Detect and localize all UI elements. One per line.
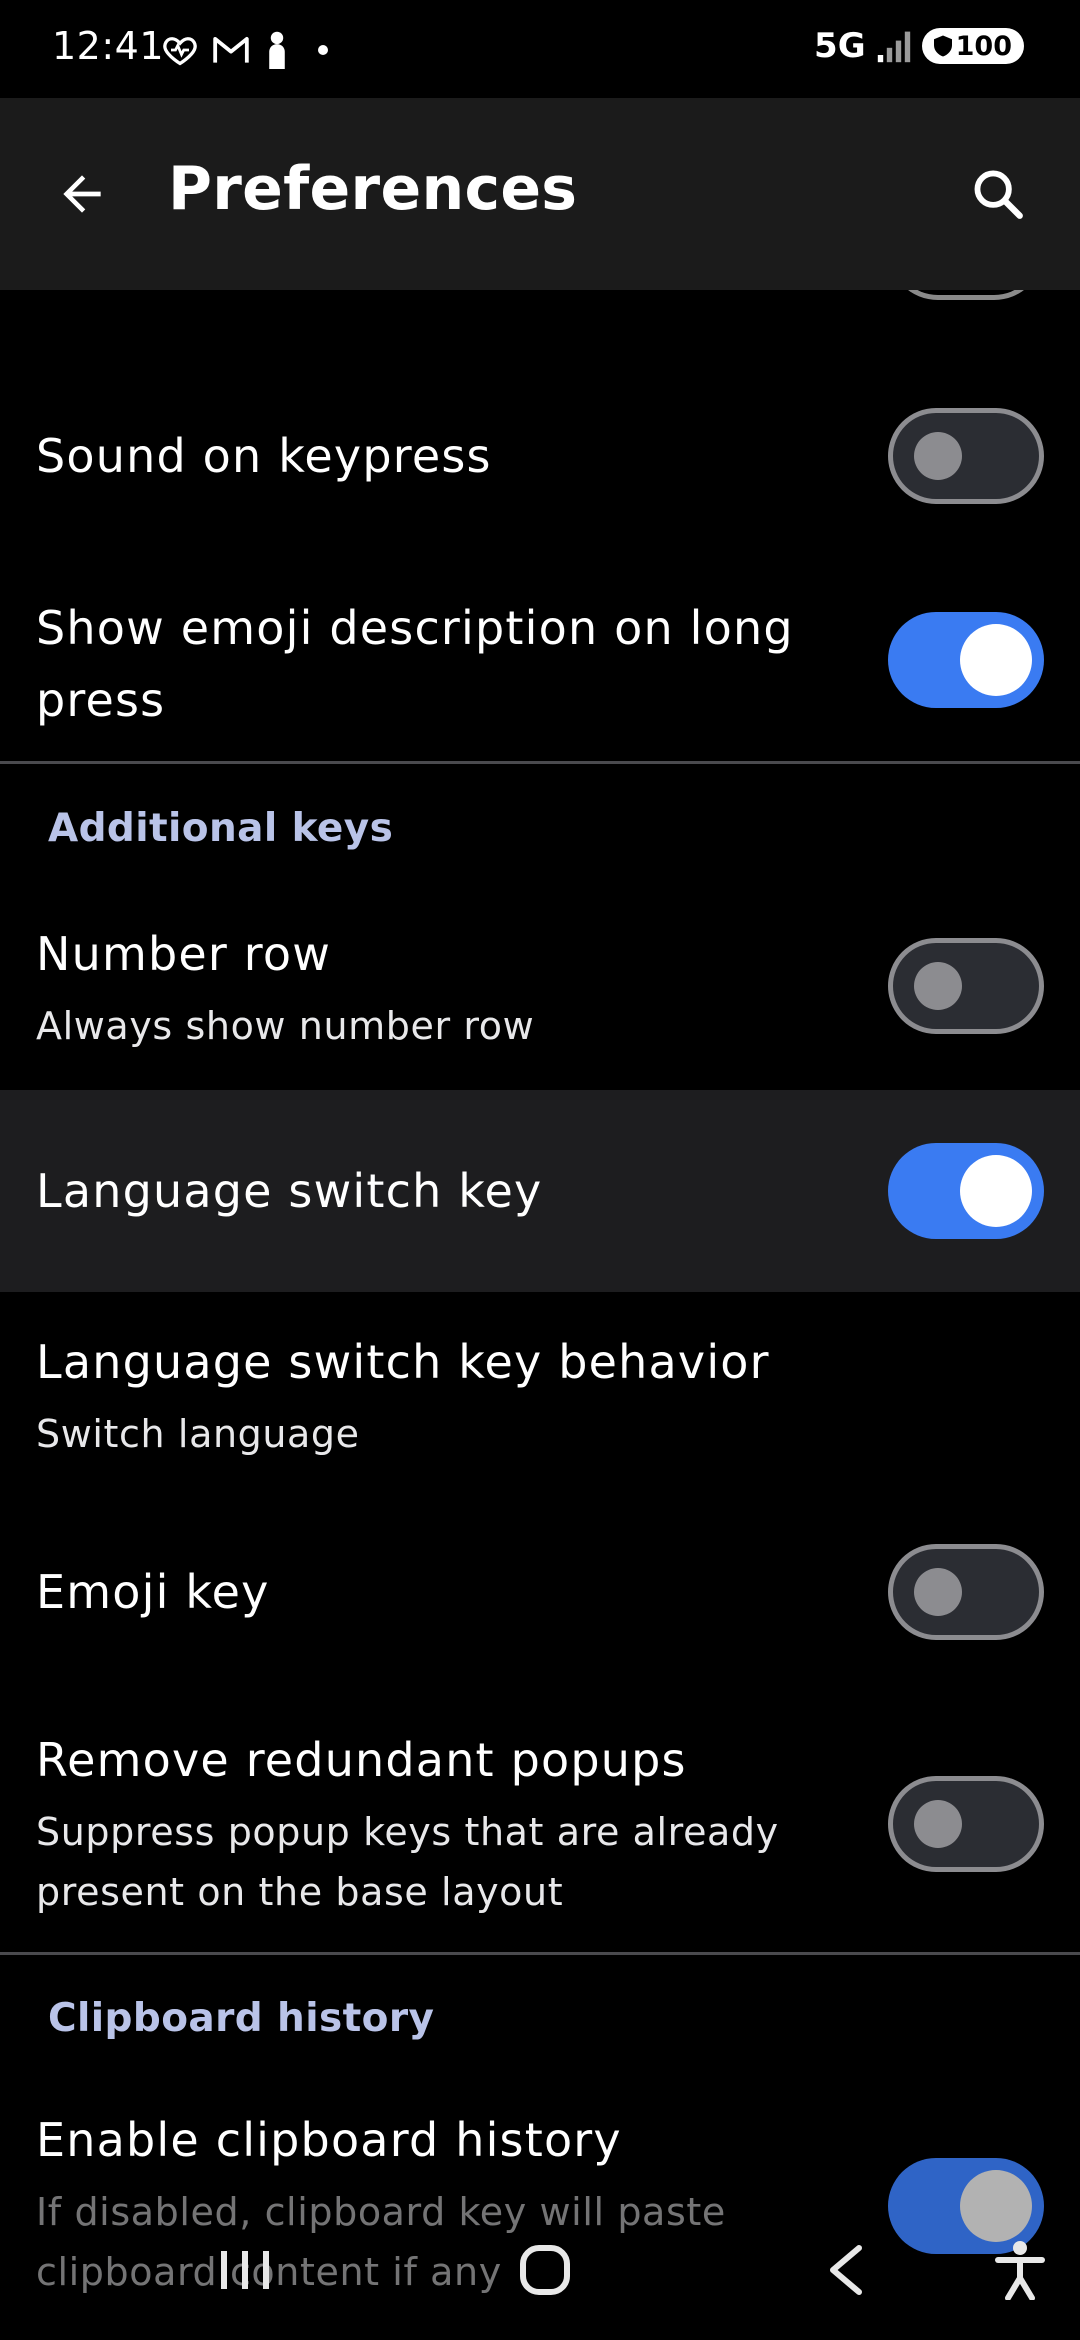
section-header-additional-keys: Additional keys xyxy=(48,806,394,851)
accessibility-icon xyxy=(995,2241,1045,2300)
setting-emoji-key[interactable]: Emoji key xyxy=(0,1528,1080,1656)
toggle-knob xyxy=(914,962,962,1010)
battery-indicator: 100 xyxy=(921,28,1024,64)
person-icon xyxy=(269,31,285,69)
notification-dot xyxy=(318,45,328,55)
sound-on-keypress-toggle[interactable] xyxy=(888,408,1044,504)
section-header-clipboard-history: Clipboard history xyxy=(48,1996,435,2041)
setting-summary: Suppress popup keys that are already pre… xyxy=(36,1810,779,1914)
recents-icon xyxy=(221,2251,269,2289)
back-button[interactable] xyxy=(40,152,124,236)
gmail-icon xyxy=(213,37,249,63)
setting-title: Remove redundant popups xyxy=(36,1733,687,1787)
search-button[interactable] xyxy=(956,152,1040,236)
heart-icon xyxy=(163,37,197,66)
toggle-knob xyxy=(960,624,1032,696)
recents-button[interactable] xyxy=(200,2230,290,2310)
home-button[interactable] xyxy=(500,2230,590,2310)
show-emoji-description-toggle[interactable] xyxy=(888,612,1044,708)
setting-remove-redundant-popups[interactable]: Remove redundant popups Suppress popup k… xyxy=(0,1724,1080,1924)
signal-icon xyxy=(877,31,910,63)
battery-level: 100 xyxy=(955,30,1012,62)
back-icon xyxy=(830,2245,862,2295)
setting-show-emoji-description[interactable]: Show emoji description on long press xyxy=(0,584,1080,754)
setting-title: Language switch key xyxy=(36,1164,543,1218)
setting-title: Number row xyxy=(36,927,332,981)
home-icon xyxy=(520,2245,570,2295)
nav-back-button[interactable] xyxy=(800,2230,890,2310)
accessibility-button[interactable] xyxy=(975,2230,1065,2310)
setting-summary: Switch language xyxy=(36,1412,360,1456)
section-divider xyxy=(0,761,1080,764)
toggle-knob xyxy=(914,1568,962,1616)
setting-sound-on-keypress[interactable]: Sound on keypress xyxy=(0,392,1080,520)
notification-icons xyxy=(162,28,328,72)
toggle-knob xyxy=(914,1800,962,1848)
page-title: Preferences xyxy=(168,154,578,224)
status-bar: 12:41 5G 100 xyxy=(0,0,1080,98)
system-navigation-bar xyxy=(0,2200,1080,2340)
number-row-toggle[interactable] xyxy=(888,938,1044,1034)
status-time: 12:41 xyxy=(52,24,165,68)
arrow-back-icon xyxy=(63,175,101,213)
language-switch-key-toggle[interactable] xyxy=(888,1143,1044,1239)
network-label: 5G xyxy=(814,26,866,66)
setting-number-row[interactable]: Number row Always show number row xyxy=(0,910,1080,1080)
search-icon xyxy=(974,170,1023,219)
setting-language-switch-key[interactable]: Language switch key xyxy=(0,1090,1080,1292)
setting-title: Show emoji description on long press xyxy=(36,601,794,727)
toggle-knob xyxy=(914,432,962,480)
setting-title: Enable clipboard history xyxy=(36,2113,622,2167)
shield-icon xyxy=(933,35,952,57)
remove-redundant-popups-toggle[interactable] xyxy=(888,1776,1044,1872)
setting-title: Emoji key xyxy=(36,1565,270,1619)
section-divider xyxy=(0,1952,1080,1955)
setting-language-switch-key-behavior[interactable]: Language switch key behavior Switch lang… xyxy=(0,1318,1080,1488)
status-right: 5G 100 xyxy=(814,26,1024,66)
toggle-knob xyxy=(960,1155,1032,1227)
emoji-key-toggle[interactable] xyxy=(888,1544,1044,1640)
app-bar: Preferences xyxy=(0,98,1080,290)
setting-summary: Always show number row xyxy=(36,1004,535,1048)
setting-title: Language switch key behavior xyxy=(36,1335,770,1389)
setting-title: Sound on keypress xyxy=(36,429,492,483)
screen: 12:41 5G 100 Preferences Sound on keypre… xyxy=(0,0,1080,2340)
